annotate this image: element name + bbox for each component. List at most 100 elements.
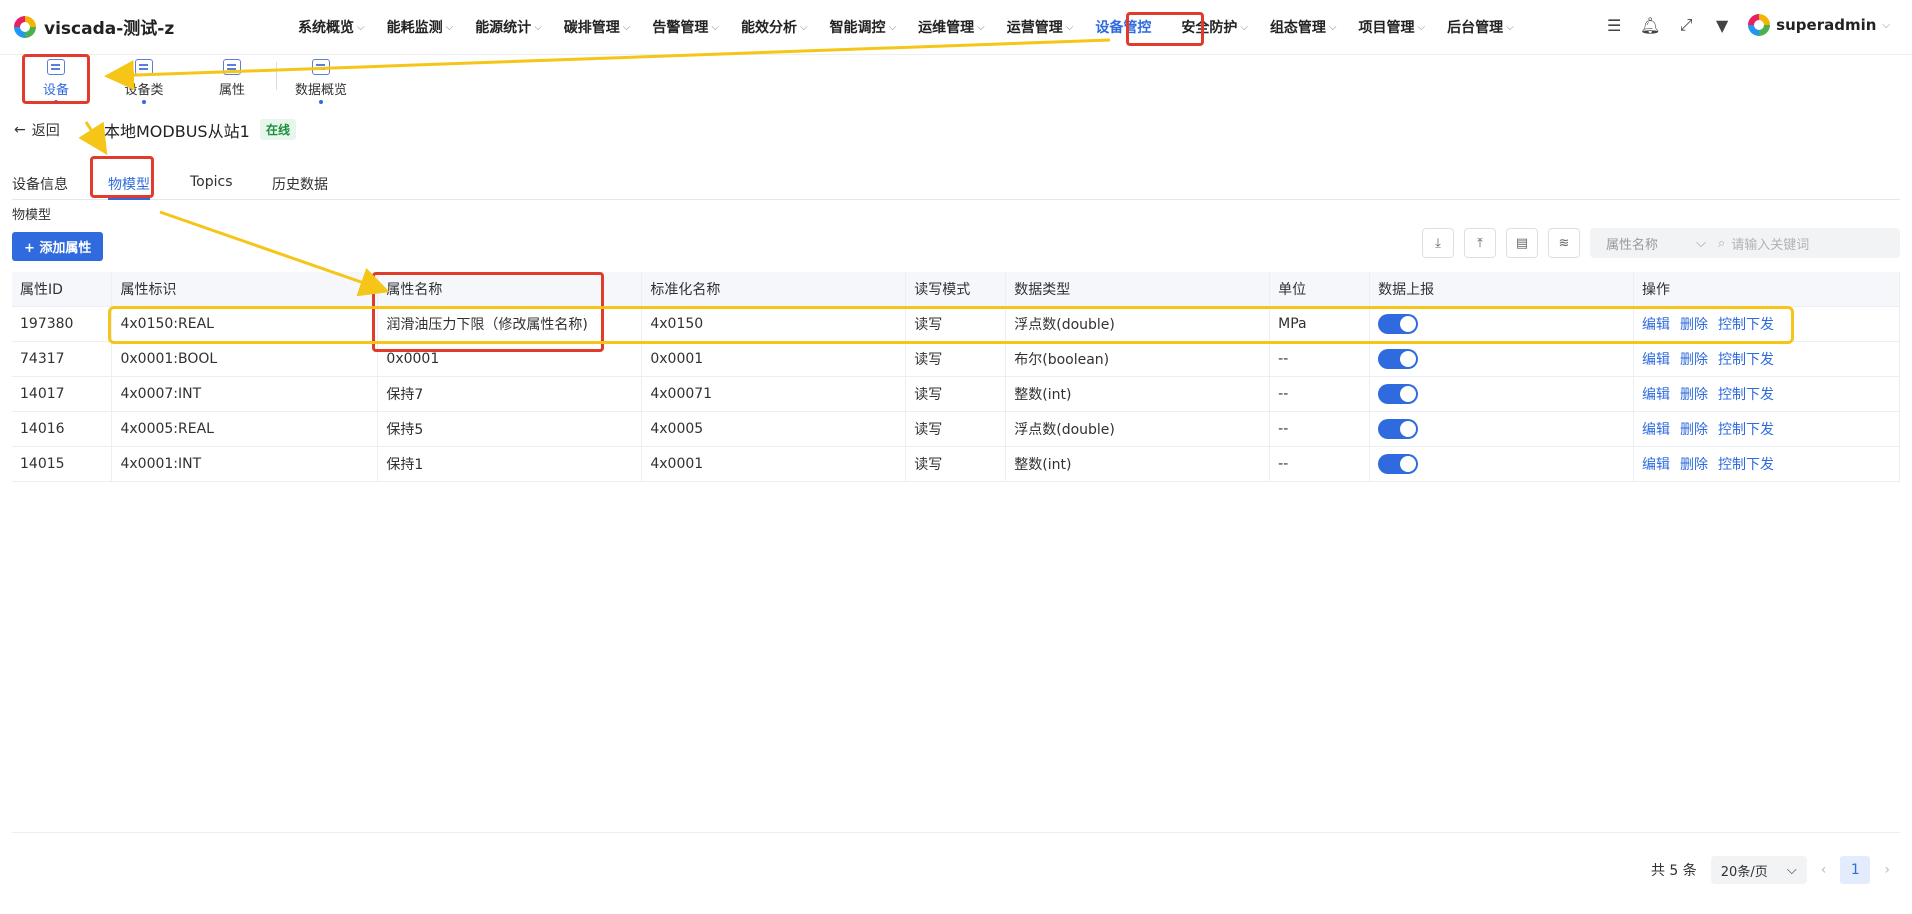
cell-type: 整数(int) (1005, 376, 1271, 412)
cell-name: 保持5 (377, 411, 643, 447)
subnav-item-attribute[interactable]: 属性 (216, 55, 248, 107)
nav-item-projects[interactable]: 项目管理 ⌵ (1359, 17, 1426, 37)
cell-actions: 编辑 删除 控制下发 (1633, 341, 1900, 377)
chevron-down-icon: ⌵ (1240, 21, 1248, 33)
pagination: 共 5 条 20条/页 ⌵ ‹ 1 › (1651, 856, 1890, 884)
nav-item-energy-statistics[interactable]: 能源统计 ⌵ (475, 17, 542, 37)
delete-link[interactable]: 删除 (1680, 457, 1708, 473)
device-name: 本地MODBUS从站1 (104, 122, 250, 141)
back-button[interactable]: ← 返回 (14, 120, 60, 140)
edit-link[interactable]: 编辑 (1642, 352, 1670, 368)
cell-actions: 编辑 删除 控制下发 (1633, 411, 1900, 447)
control-link[interactable]: 控制下发 (1718, 422, 1774, 438)
page-size-select[interactable]: 20条/页 ⌵ (1710, 856, 1807, 884)
bell-icon[interactable]: 🔔︎ (1640, 15, 1660, 35)
cell-id: 14017 (12, 376, 113, 412)
cell-id: 197380 (12, 306, 113, 342)
document-icon[interactable]: ▤ (1506, 228, 1538, 258)
highlight-tab-thing-model (90, 156, 154, 198)
tab-topics[interactable]: Topics (190, 174, 233, 190)
search-icon: ⌕ (1718, 235, 1726, 251)
search-placeholder: 请输入关键词 (1731, 237, 1810, 253)
subnav-label: 设备类 (124, 82, 164, 98)
table-row: 14017 4x0007:INT 保持7 4x00071 读写 整数(int) … (12, 376, 1900, 412)
table-bottom-border (12, 832, 1900, 833)
cell-std: 4x0001 (641, 446, 907, 482)
nav-item-system-overview[interactable]: 系统概览 ⌵ (298, 17, 365, 37)
highlight-nav-device-control (1126, 12, 1204, 46)
delete-link[interactable]: 删除 (1680, 387, 1708, 403)
nav-item-config[interactable]: 组态管理 ⌵ (1270, 17, 1337, 37)
report-toggle[interactable] (1378, 383, 1419, 404)
cell-unit: -- (1269, 376, 1371, 412)
subnav-item-device-class[interactable]: 设备类 (122, 55, 166, 107)
edit-link[interactable]: 编辑 (1642, 387, 1670, 403)
report-toggle[interactable] (1378, 418, 1419, 439)
report-toggle[interactable] (1378, 348, 1419, 369)
top-right-tools: ☰ 🔔︎ ⤢ ▼ superadmin ⌵ (1604, 14, 1890, 36)
delete-link[interactable]: 删除 (1680, 352, 1708, 368)
search-field-select[interactable]: 属性名称 ⌵ (1590, 234, 1718, 253)
status-badge: 在线 (260, 119, 297, 140)
subnav-label: 属性 (218, 82, 245, 98)
theme-shirt-icon[interactable]: ▼ (1712, 15, 1732, 35)
highlight-subnav-device (22, 54, 90, 104)
col-header-type: 数据类型 (1005, 272, 1271, 307)
cell-actions: 编辑 删除 控制下发 (1633, 446, 1900, 482)
control-link[interactable]: 控制下发 (1718, 387, 1774, 403)
subnav-divider (276, 62, 277, 90)
col-header-report: 数据上报 (1369, 272, 1635, 307)
tab-history[interactable]: 历史数据 (272, 174, 328, 194)
indicator-dot (319, 99, 323, 104)
control-link[interactable]: 控制下发 (1718, 352, 1774, 368)
cell-std: 4x0005 (641, 411, 907, 447)
edit-link[interactable]: 编辑 (1642, 457, 1670, 473)
nav-item-backend[interactable]: 后台管理 ⌵ (1447, 17, 1514, 37)
cell-std: 4x00071 (641, 376, 907, 412)
report-toggle[interactable] (1378, 453, 1419, 474)
upload-icon[interactable]: ⤒ (1464, 228, 1496, 258)
edit-link[interactable]: 编辑 (1642, 422, 1670, 438)
task-list-icon[interactable]: ☰ (1604, 15, 1624, 35)
indicator-dot (142, 99, 146, 104)
data-overview-icon (312, 58, 330, 75)
cell-type: 布尔(boolean) (1005, 341, 1271, 377)
chevron-down-icon: ⌵ (1786, 862, 1797, 878)
subnav-item-data-overview[interactable]: 数据概览 (294, 55, 348, 107)
nav-item-smart-control[interactable]: 智能调控 ⌵ (830, 17, 897, 37)
search-input[interactable]: ⌕ 请输入关键词 (1718, 234, 1809, 253)
col-header-ident: 属性标识 (111, 272, 379, 307)
chevron-down-icon: ⌵ (357, 21, 365, 33)
col-header-actions: 操作 (1633, 272, 1900, 307)
table-row: 14016 4x0005:REAL 保持5 4x0005 读写 浮点数(doub… (12, 411, 1900, 447)
cell-actions: 编辑 删除 控制下发 (1633, 376, 1900, 412)
page-number[interactable]: 1 (1840, 856, 1871, 884)
tab-device-info[interactable]: 设备信息 (12, 174, 68, 194)
download-icon[interactable]: ⤓ (1422, 228, 1454, 258)
total-count: 共 5 条 (1650, 863, 1697, 879)
app-logo[interactable]: viscada-测试-z (14, 14, 174, 39)
nav-item-alarms[interactable]: 告警管理 ⌵ (652, 17, 719, 37)
search-box: 属性名称 ⌵ ⌕ 请输入关键词 (1590, 228, 1900, 258)
delete-link[interactable]: 删除 (1680, 422, 1708, 438)
fullscreen-icon[interactable]: ⤢ (1676, 15, 1696, 35)
nav-item-efficiency[interactable]: 能效分析 ⌵ (741, 17, 808, 37)
nav-item-maintenance[interactable]: 运维管理 ⌵ (918, 17, 985, 37)
control-link[interactable]: 控制下发 (1718, 457, 1774, 473)
prev-page-icon[interactable]: ‹ (1821, 862, 1827, 878)
nav-item-operations[interactable]: 运营管理 ⌵ (1007, 17, 1074, 37)
nav-item-carbon[interactable]: 碳排管理 ⌵ (564, 17, 631, 37)
next-page-icon[interactable]: › (1884, 862, 1890, 878)
chevron-down-icon: ⌵ (1065, 21, 1074, 33)
arrow-left-icon: ← (14, 122, 26, 138)
add-attribute-button[interactable]: + 添加属性 (12, 232, 104, 261)
cell-ident: 0x0001:BOOL (111, 341, 379, 377)
cell-report (1369, 376, 1635, 412)
database-icon[interactable]: ≋ (1548, 228, 1580, 258)
chevron-down-icon: ⌵ (622, 21, 631, 33)
chevron-down-icon: ⌵ (711, 21, 719, 33)
user-menu[interactable]: superadmin ⌵ (1748, 14, 1890, 36)
detail-tabs: 设备信息 物模型 Topics 历史数据 (12, 166, 1900, 200)
nav-item-energy-monitoring[interactable]: 能耗监测 ⌵ (387, 17, 454, 37)
cell-name: 保持7 (377, 376, 643, 412)
